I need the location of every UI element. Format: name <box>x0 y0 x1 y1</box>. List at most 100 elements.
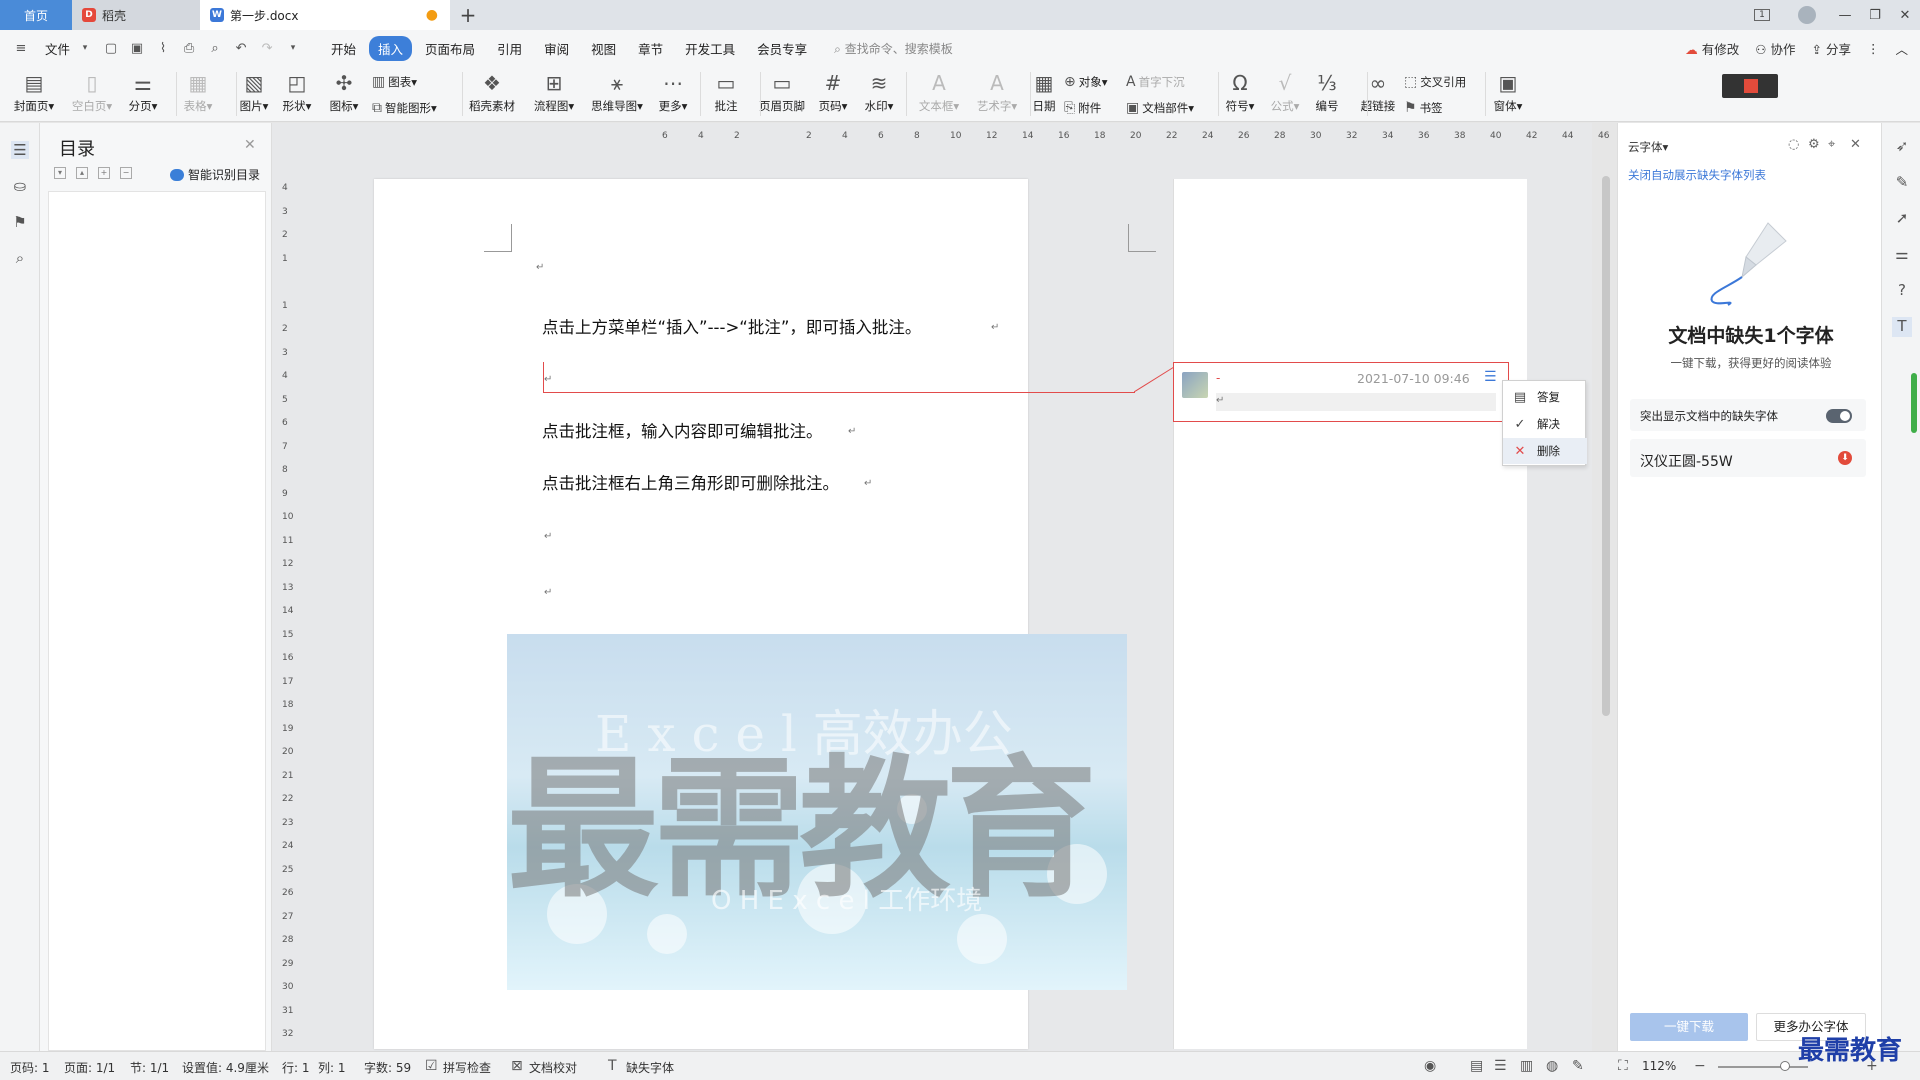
more-options-icon[interactable]: ⋮ <box>1867 41 1880 56</box>
toc-panel-icon[interactable]: ☰ <box>11 141 29 159</box>
pin-icon[interactable]: ⌖ <box>1828 137 1835 152</box>
ribbon-table-button[interactable]: ▦ 表格▾ <box>168 70 228 114</box>
status-zoom[interactable]: 112% <box>1642 1059 1676 1073</box>
modified-button[interactable]: ☁ 有修改 <box>1685 39 1739 58</box>
share-button[interactable]: ⇪ 分享 <box>1812 39 1851 58</box>
ribbon-watermark-button[interactable]: ≋ 水印▾ <box>849 70 909 114</box>
menu-view[interactable]: 视图 <box>582 36 625 61</box>
font-t-icon[interactable]: T <box>1892 317 1912 337</box>
status-row[interactable]: 行: 1 <box>282 1059 310 1076</box>
remove-heading-icon[interactable]: − <box>120 167 132 179</box>
comment-body[interactable]: ↵ <box>1216 393 1496 411</box>
paragraph-2[interactable]: 点击批注框，输入内容即可编辑批注。 <box>542 418 823 442</box>
select-cursor-icon[interactable]: ➚ <box>1892 209 1912 229</box>
ribbon-flowchart-button[interactable]: ⊞ 流程图▾ <box>524 70 584 114</box>
print-preview-icon[interactable]: ⌕ <box>207 40 223 56</box>
expand-level-icon[interactable]: ▾ <box>54 167 66 179</box>
redo-icon[interactable]: ↷ <box>259 40 275 56</box>
tab-home[interactable]: 首页 <box>0 0 72 30</box>
add-heading-icon[interactable]: + <box>98 167 110 179</box>
customize-chevron-icon[interactable]: ▾ <box>285 40 301 56</box>
missing-font-icon[interactable]: T <box>608 1058 617 1074</box>
minimize-button[interactable]: — <box>1830 8 1860 23</box>
write-view-icon[interactable]: ✎ <box>1572 1058 1584 1074</box>
command-search[interactable]: ⌕ 查找命令、搜索模板 <box>834 40 953 57</box>
comment-box[interactable]: - 2021-07-10 09:46 ☰ ↵ <box>1173 362 1509 422</box>
zoom-out-icon[interactable]: − <box>1694 1058 1706 1074</box>
wps-s-logo-icon[interactable] <box>1722 74 1778 98</box>
ribbon-material-button[interactable]: ❖ 稻壳素材 <box>462 70 522 114</box>
ribbon-more-button[interactable]: ⋯ 更多▾ <box>643 70 703 114</box>
ribbon-crossref-button[interactable]: ⬚ 交叉引用 <box>1404 74 1466 90</box>
ribbon-dropcap-button[interactable]: A 首字下沉 <box>1126 74 1185 90</box>
resolve-menu-item[interactable]: ✓ 解决 <box>1503 411 1587 437</box>
one-click-download-button[interactable]: 一键下载 <box>1630 1013 1748 1041</box>
paragraph-3[interactable]: 点击批注框右上角三角形即可删除批注。 <box>542 470 839 494</box>
status-spell[interactable]: 拼写检查 <box>443 1059 491 1076</box>
close-auto-show-link[interactable]: 关闭自动展示缺失字体列表 <box>1628 167 1766 183</box>
reply-menu-item[interactable]: ▤ 答复 <box>1503 384 1587 410</box>
file-menu[interactable]: 文件 <box>36 36 79 61</box>
download-font-icon[interactable]: ⬇ <box>1838 451 1852 465</box>
rocket-icon[interactable]: ➶ <box>1892 137 1912 157</box>
adjust-sliders-icon[interactable]: ⚌ <box>1892 245 1912 265</box>
find-icon[interactable]: ⌕ <box>11 249 29 267</box>
menu-page-layout[interactable]: 页面布局 <box>416 36 484 61</box>
collapse-ribbon-icon[interactable]: ︿ <box>1895 39 1908 58</box>
ribbon-chart-button[interactable]: ▥ 图表▾ <box>372 74 417 90</box>
new-doc-icon[interactable]: ▢ <box>103 40 119 56</box>
menu-developer[interactable]: 开发工具 <box>676 36 744 61</box>
comment-menu-icon[interactable]: ☰ <box>1484 370 1502 384</box>
status-page-code[interactable]: 页码: 1 <box>10 1059 50 1076</box>
hamburger-icon[interactable]: ≡ <box>13 40 29 56</box>
settings-gear-icon[interactable]: ⚙ <box>1808 137 1820 152</box>
undo-icon[interactable]: ↶ <box>233 40 249 56</box>
ribbon-docpart-button[interactable]: ▣ 文档部件▾ <box>1126 100 1194 116</box>
delete-menu-item[interactable]: ✕ 删除 <box>1503 438 1587 464</box>
ribbon-cover-page-button[interactable]: ▤ 封面页▾ <box>4 70 64 114</box>
chat-icon[interactable]: ◌ <box>1788 137 1799 152</box>
eye-protect-icon[interactable]: ◉ <box>1424 1058 1436 1074</box>
watermark-image[interactable]: E x c e l 高效办公 最需教育 O H E x c e l 工作环境 <box>507 634 1127 990</box>
format-painter-icon[interactable]: ⌇ <box>155 40 171 56</box>
vertical-ruler[interactable]: 4 3 2 1 1 2 3 4 5 6 7 8 9 10 11 12 13 14 15 16 17 18 19 20 21 22 2… <box>280 183 294 1063</box>
scrollbar-thumb[interactable] <box>1602 176 1610 716</box>
status-proof[interactable]: 文档校对 <box>529 1059 577 1076</box>
user-avatar[interactable] <box>1798 6 1816 24</box>
ribbon-attachment-button[interactable]: ⎘ 附件 <box>1064 100 1101 116</box>
folder-icon[interactable]: ⛀ <box>11 177 29 195</box>
status-section[interactable]: 节: 1/1 <box>130 1059 169 1076</box>
status-pages[interactable]: 页面: 1/1 <box>64 1059 115 1076</box>
zoom-slider[interactable] <box>1718 1066 1808 1068</box>
new-tab-button[interactable]: + <box>450 0 486 30</box>
reading-view-icon[interactable]: ▥ <box>1520 1058 1533 1074</box>
ribbon-smart-shape-button[interactable]: ⧉ 智能图形▾ <box>372 100 437 116</box>
ribbon-icons-button[interactable]: ✣ 图标▾ <box>314 70 374 114</box>
ribbon-bookmark-button[interactable]: ⚑ 书签 <box>1404 100 1443 116</box>
restore-button[interactable]: ❐ <box>1860 8 1890 23</box>
outline-view-icon[interactable]: ☰ <box>1494 1058 1507 1074</box>
collapse-level-icon[interactable]: ▴ <box>76 167 88 179</box>
save-icon[interactable]: ▣ <box>129 40 145 56</box>
web-view-icon[interactable]: ◍ <box>1546 1058 1558 1074</box>
status-setting[interactable]: 设置值: 4.9厘米 <box>182 1059 269 1076</box>
ribbon-mindmap-button[interactable]: ⚹ 思维导图▾ <box>587 70 647 114</box>
toc-list[interactable] <box>48 191 266 1051</box>
cloud-font-header[interactable]: 云字体▾ <box>1628 139 1668 155</box>
chevron-down-icon[interactable]: ▾ <box>77 40 93 56</box>
close-icon[interactable]: ✕ <box>244 137 256 153</box>
tab-daoke[interactable]: D 稻壳 <box>72 0 200 30</box>
ribbon-textbox-button[interactable]: A 文本框▾ <box>909 70 969 114</box>
spell-check-icon[interactable]: ☑ <box>425 1058 438 1074</box>
menu-review[interactable]: 审阅 <box>535 36 578 61</box>
close-window-button[interactable]: ✕ <box>1890 8 1920 23</box>
status-missing-font[interactable]: 缺失字体 <box>626 1059 674 1076</box>
ribbon-comment-button[interactable]: ▭ 批注 <box>696 70 756 114</box>
fit-page-icon[interactable]: ⛶ <box>1618 1058 1628 1074</box>
collab-button[interactable]: ⚇ 协作 <box>1755 39 1795 58</box>
smart-toc-button[interactable]: 智能识别目录 <box>170 166 260 183</box>
tab-document[interactable]: W 第一步.docx ● <box>200 0 450 30</box>
close-panel-icon[interactable]: ✕ <box>1850 137 1861 152</box>
status-col[interactable]: 列: 1 <box>318 1059 346 1076</box>
ribbon-object-button[interactable]: ⊕ 对象▾ <box>1064 74 1108 90</box>
